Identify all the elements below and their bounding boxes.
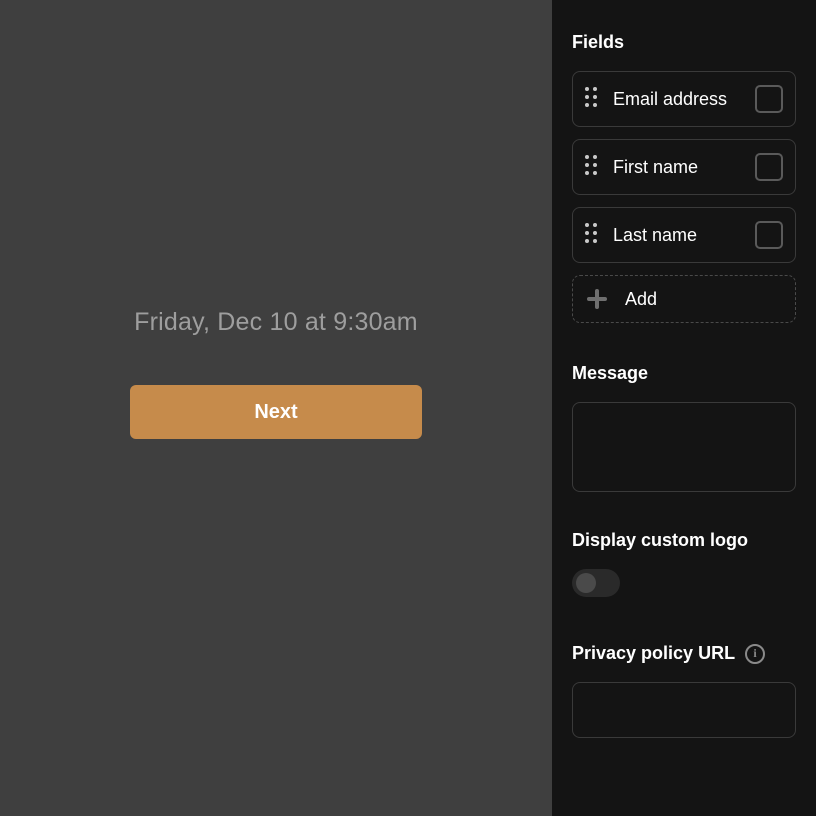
drag-handle-icon[interactable] bbox=[585, 223, 601, 247]
booking-datetime: Friday, Dec 10 at 9:30am bbox=[134, 308, 418, 337]
field-label: First name bbox=[613, 157, 755, 178]
field-checkbox[interactable] bbox=[755, 153, 783, 181]
logo-heading: Display custom logo bbox=[572, 530, 796, 551]
field-row-first-name[interactable]: First name bbox=[572, 139, 796, 195]
add-label: Add bbox=[625, 289, 657, 310]
add-field-button[interactable]: Add bbox=[572, 275, 796, 323]
info-icon[interactable] bbox=[745, 644, 765, 664]
field-checkbox[interactable] bbox=[755, 221, 783, 249]
next-button[interactable]: Next bbox=[130, 385, 422, 439]
field-checkbox[interactable] bbox=[755, 85, 783, 113]
message-input[interactable] bbox=[572, 402, 796, 492]
settings-sidebar: Fields Email address First name Last nam… bbox=[552, 0, 816, 816]
field-label: Last name bbox=[613, 225, 755, 246]
toggle-knob bbox=[576, 573, 596, 593]
field-label: Email address bbox=[613, 89, 755, 110]
privacy-heading: Privacy policy URL bbox=[572, 643, 735, 664]
field-row-last-name[interactable]: Last name bbox=[572, 207, 796, 263]
drag-handle-icon[interactable] bbox=[585, 87, 601, 111]
drag-handle-icon[interactable] bbox=[585, 155, 601, 179]
logo-toggle[interactable] bbox=[572, 569, 620, 597]
preview-pane: Friday, Dec 10 at 9:30am Next bbox=[0, 0, 552, 816]
plus-icon bbox=[587, 289, 607, 309]
message-heading: Message bbox=[572, 363, 796, 384]
fields-heading: Fields bbox=[572, 32, 796, 53]
field-row-email[interactable]: Email address bbox=[572, 71, 796, 127]
privacy-url-input[interactable] bbox=[572, 682, 796, 738]
